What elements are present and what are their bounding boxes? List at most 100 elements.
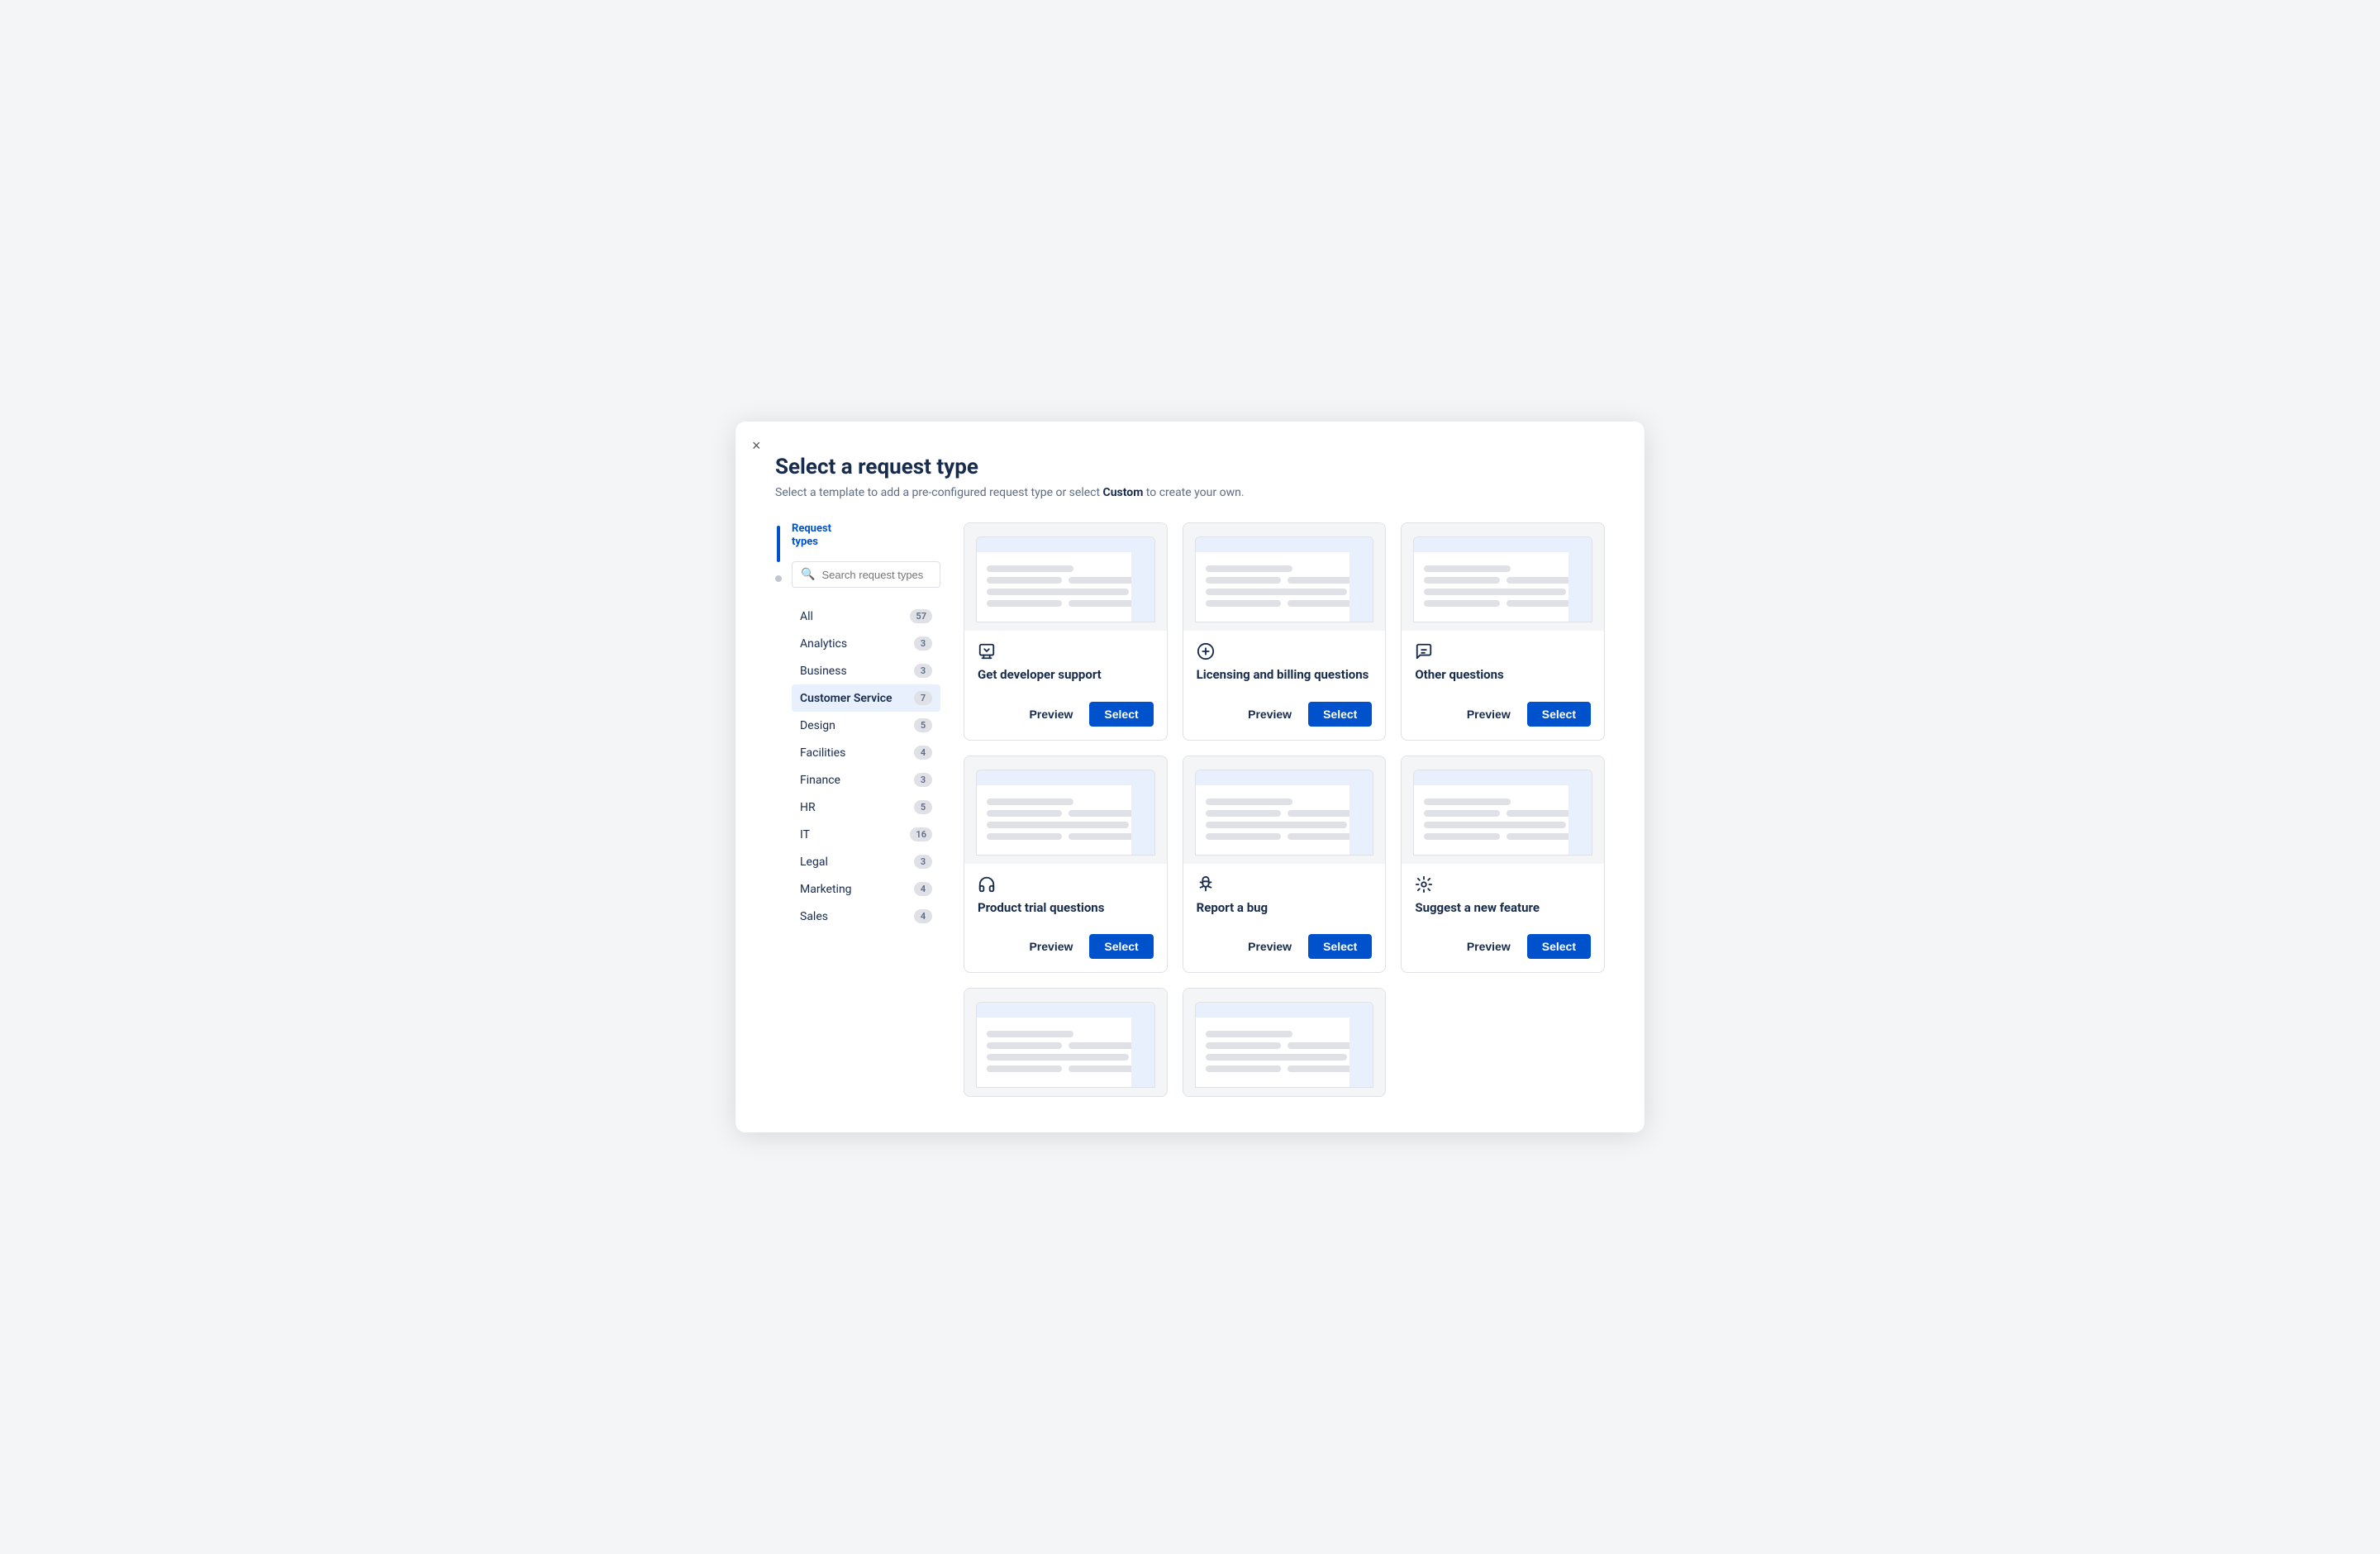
card-actions: Preview Select <box>1415 926 1591 959</box>
card-body: Licensing and billing questions Preview … <box>1183 631 1386 740</box>
preview-line <box>1424 822 1566 828</box>
card-title: Get developer support <box>978 667 1154 684</box>
preview-line <box>987 1042 1062 1049</box>
card-preview-sidebar <box>1131 537 1154 622</box>
preview-line <box>1206 833 1281 840</box>
card-body: Suggest a new feature Preview Select <box>1402 864 1604 973</box>
category-item-it[interactable]: IT16 <box>792 821 940 848</box>
category-list: All57Analytics3Business3Customer Service… <box>792 603 940 930</box>
category-badge: 5 <box>914 800 932 814</box>
preview-row <box>987 1065 1145 1072</box>
select-button[interactable]: Select <box>1308 934 1372 959</box>
card-title: Report a bug <box>1197 900 1373 917</box>
category-item-finance[interactable]: Finance3 <box>792 766 940 794</box>
category-item-sales[interactable]: Sales4 <box>792 903 940 930</box>
preview-line <box>1206 1031 1292 1037</box>
category-item-hr[interactable]: HR5 <box>792 794 940 821</box>
preview-row <box>1206 833 1364 840</box>
select-button[interactable]: Select <box>1527 934 1591 959</box>
card-preview-sidebar <box>1349 1003 1373 1087</box>
preview-row <box>987 600 1145 607</box>
modal-subtitle: Select a template to add a pre-configure… <box>775 486 1605 499</box>
select-button[interactable]: Select <box>1089 934 1153 959</box>
search-input[interactable] <box>821 569 931 581</box>
preview-line <box>1206 577 1281 584</box>
card-preview-inner <box>976 1002 1155 1088</box>
preview-button[interactable]: Preview <box>1240 935 1300 958</box>
category-label: Legal <box>800 856 828 869</box>
category-badge: 4 <box>914 882 932 896</box>
select-button[interactable]: Select <box>1089 702 1153 727</box>
card-preview-sidebar <box>1349 770 1373 855</box>
preview-row <box>987 1042 1145 1049</box>
preview-line <box>1206 1054 1348 1061</box>
card-title: Product trial questions <box>978 900 1154 917</box>
preview-row <box>987 577 1145 584</box>
preview-button[interactable]: Preview <box>1021 935 1081 958</box>
category-badge: 4 <box>914 909 932 923</box>
select-button[interactable]: Select <box>1527 702 1591 727</box>
preview-line <box>1424 565 1511 572</box>
category-label: Analytics <box>800 637 847 651</box>
category-item-analytics[interactable]: Analytics3 <box>792 630 940 657</box>
category-item-business[interactable]: Business3 <box>792 657 940 684</box>
preview-button[interactable]: Preview <box>1459 703 1519 726</box>
preview-line <box>1206 810 1281 817</box>
category-item-facilities[interactable]: Facilities4 <box>792 739 940 766</box>
card-preview <box>964 989 1167 1096</box>
cards-area: Get developer support Preview Select <box>964 522 1605 1097</box>
category-label: All <box>800 610 813 623</box>
category-badge: 5 <box>914 718 932 732</box>
preview-line <box>1206 822 1348 828</box>
card-body: Product trial questions Preview Select <box>964 864 1167 973</box>
search-icon: 🔍 <box>801 568 815 581</box>
card-preview-inner <box>976 770 1155 856</box>
preview-line <box>1206 600 1281 607</box>
card-title: Suggest a new feature <box>1415 900 1591 917</box>
category-item-all[interactable]: All 57 <box>792 603 940 630</box>
search-box: 🔍 <box>792 561 940 588</box>
preview-button[interactable]: Preview <box>1240 703 1300 726</box>
category-label: Facilities <box>800 746 845 760</box>
preview-button[interactable]: Preview <box>1021 703 1081 726</box>
category-badge: 3 <box>914 773 932 787</box>
card-get-developer-support: Get developer support Preview Select <box>964 522 1168 741</box>
preview-row <box>1206 1065 1364 1072</box>
card-preview-sidebar <box>1349 537 1373 622</box>
category-item-marketing[interactable]: Marketing4 <box>792 875 940 903</box>
preview-line <box>1424 577 1499 584</box>
card-icon <box>1197 642 1373 660</box>
card-preview-topbar <box>1414 537 1592 552</box>
preview-row <box>987 833 1145 840</box>
card-actions: Preview Select <box>978 926 1154 959</box>
preview-line <box>1424 798 1511 805</box>
card-preview <box>1183 756 1386 864</box>
preview-button[interactable]: Preview <box>1459 935 1519 958</box>
card-preview-topbar <box>1196 770 1373 785</box>
category-item-design[interactable]: Design5 <box>792 712 940 739</box>
select-button[interactable]: Select <box>1308 702 1372 727</box>
card-icon <box>978 642 1154 660</box>
card-icon <box>1415 642 1591 660</box>
category-item-legal[interactable]: Legal3 <box>792 848 940 875</box>
sidebar-active-bar <box>777 526 780 562</box>
card-preview-topbar <box>1196 537 1373 552</box>
category-label: Customer Service <box>800 692 892 705</box>
close-button[interactable]: × <box>752 438 761 453</box>
sidebar-dot <box>775 575 782 582</box>
cards-grid: Get developer support Preview Select <box>964 522 1605 1097</box>
preview-line <box>1206 589 1348 595</box>
preview-line <box>987 833 1062 840</box>
card-preview-topbar <box>977 770 1154 785</box>
category-badge: 57 <box>910 609 932 623</box>
card-actions: Preview Select <box>1197 926 1373 959</box>
card-preview-lines <box>987 565 1145 607</box>
card-suggest-feature: Suggest a new feature Preview Select <box>1401 756 1605 974</box>
card-icon <box>1415 875 1591 894</box>
category-item-customer-service[interactable]: Customer Service7 <box>792 684 940 712</box>
preview-row <box>1206 600 1364 607</box>
preview-line <box>1206 798 1292 805</box>
card-preview-sidebar <box>1568 537 1592 622</box>
card-body: Get developer support Preview Select <box>964 631 1167 740</box>
preview-line <box>987 1065 1062 1072</box>
